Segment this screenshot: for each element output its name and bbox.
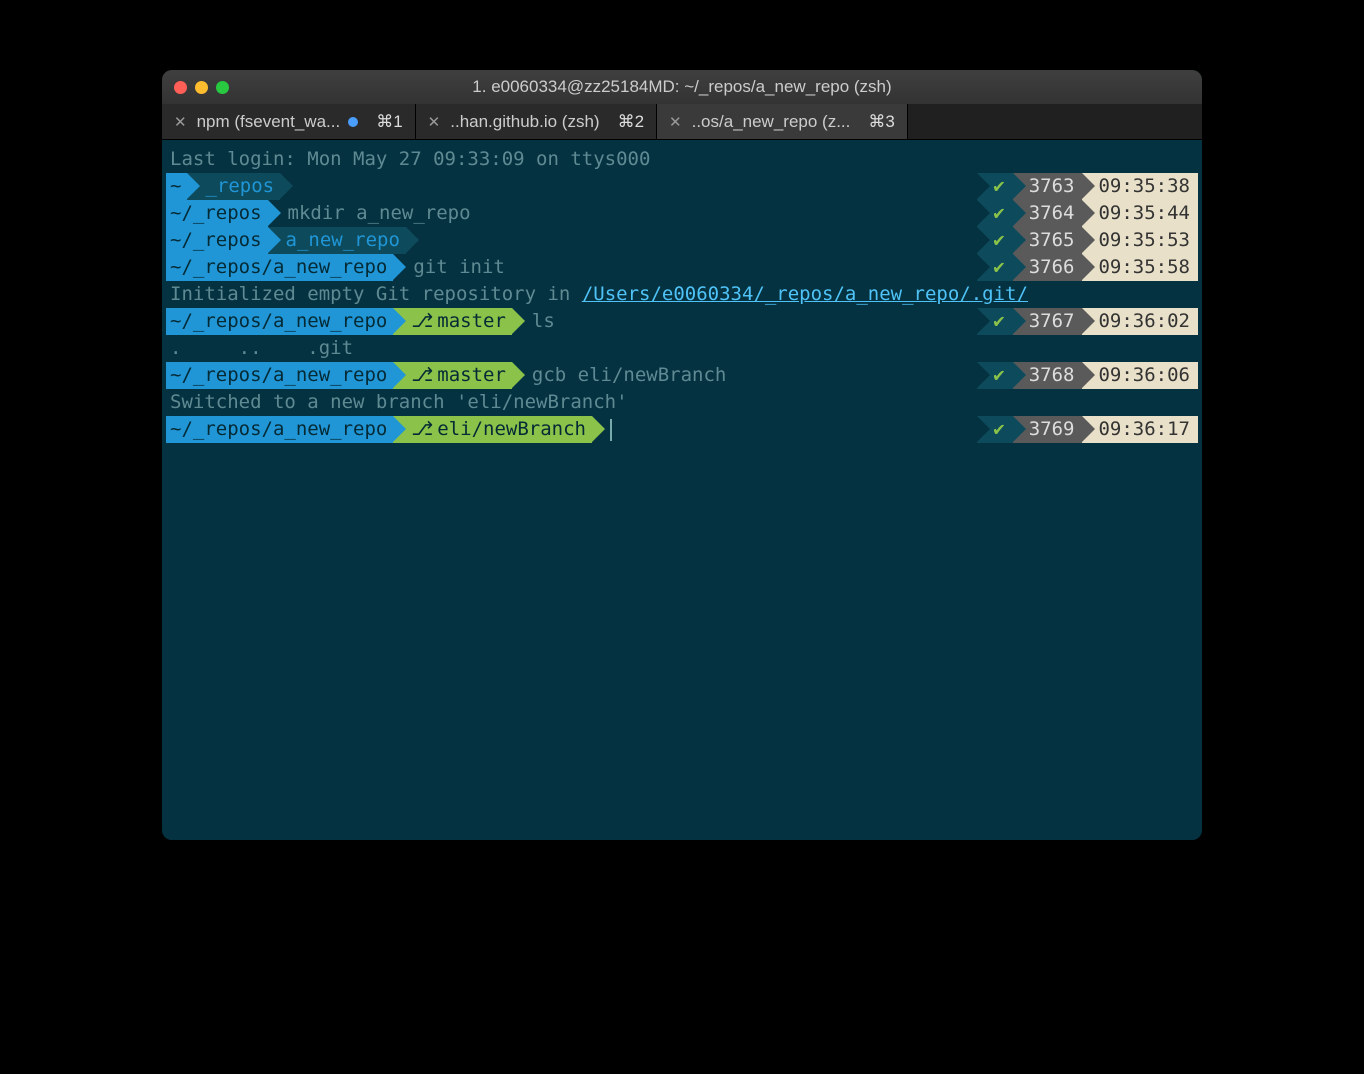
tab-label: ..os/a_new_repo (z... (692, 112, 851, 132)
path-segment: ~/_repos/a_new_repo (166, 416, 393, 443)
branch-icon: ⎇ (411, 416, 433, 443)
path-segment: ~/_repos/a_new_repo (166, 308, 393, 335)
tab-shortcut: ⌘3 (858, 112, 894, 132)
timestamp: 09:36:17 (1082, 416, 1198, 443)
git-branch-segment: ⎇master (393, 362, 512, 389)
terminal-window: 1. e0060334@zz25184MD: ~/_repos/a_new_re… (162, 70, 1202, 840)
command-text: git init (393, 254, 505, 281)
prompt-line: ~/_repos mkdir a_new_repo ✔ 3764 09:35:4… (166, 200, 1198, 227)
tab-3[interactable]: ✕ ..os/a_new_repo (z... ⌘3 (657, 104, 908, 139)
git-branch-segment: ⎇master (393, 308, 512, 335)
status-check-icon: ✔ (977, 308, 1012, 335)
tab-label: npm (fsevent_wa... (197, 112, 341, 132)
output-line: Initialized empty Git repository in /Use… (166, 281, 1198, 308)
status-check-icon: ✔ (977, 254, 1012, 281)
tab-bar: ✕ npm (fsevent_wa... ⌘1 ✕ ..han.github.i… (162, 104, 1202, 140)
history-number: 3768 (1013, 362, 1083, 389)
status-check-icon: ✔ (977, 173, 1012, 200)
timestamp: 09:36:02 (1082, 308, 1198, 335)
history-number: 3763 (1013, 173, 1083, 200)
repo-path-link[interactable]: /Users/e0060334/_repos/a_new_repo/.git/ (582, 281, 1028, 308)
command-text: gcb eli/newBranch (512, 362, 726, 389)
titlebar[interactable]: 1. e0060334@zz25184MD: ~/_repos/a_new_re… (162, 70, 1202, 104)
branch-icon: ⎇ (411, 362, 433, 389)
close-icon[interactable]: ✕ (174, 113, 187, 131)
path-segment: ~/_repos (166, 227, 268, 254)
history-number: 3764 (1013, 200, 1083, 227)
minimize-window-button[interactable] (195, 81, 208, 94)
timestamp: 09:35:38 (1082, 173, 1198, 200)
output-line: Switched to a new branch 'eli/newBranch' (166, 389, 1198, 416)
status-check-icon: ✔ (977, 227, 1012, 254)
prompt-line: ~/_repos a_new_repo ✔ 3765 09:35:53 (166, 227, 1198, 254)
window-title: 1. e0060334@zz25184MD: ~/_repos/a_new_re… (162, 77, 1202, 97)
zoom-window-button[interactable] (216, 81, 229, 94)
output-line: . .. .git (166, 335, 1198, 362)
history-number: 3765 (1013, 227, 1083, 254)
history-number: 3769 (1013, 416, 1083, 443)
path-extra-segment: _repos (187, 173, 280, 200)
path-segment: ~/_repos (166, 200, 268, 227)
timestamp: 09:35:58 (1082, 254, 1198, 281)
tab-label: ..han.github.io (zsh) (450, 112, 599, 132)
timestamp: 09:35:44 (1082, 200, 1198, 227)
path-segment: ~ (166, 173, 187, 200)
tab-2[interactable]: ✕ ..han.github.io (zsh) ⌘2 (416, 104, 657, 139)
timestamp: 09:35:53 (1082, 227, 1198, 254)
timestamp: 09:36:06 (1082, 362, 1198, 389)
prompt-line: ~/_repos/a_new_repo ⎇eli/newBranch ✔ 376… (166, 416, 1198, 443)
tab-shortcut: ⌘2 (608, 112, 644, 132)
close-window-button[interactable] (174, 81, 187, 94)
activity-dot-icon (348, 117, 358, 127)
command-text: mkdir a_new_repo (268, 200, 471, 227)
git-branch-segment: ⎇eli/newBranch (393, 416, 592, 443)
history-number: 3766 (1013, 254, 1083, 281)
close-icon[interactable]: ✕ (428, 113, 441, 131)
cursor (610, 419, 612, 441)
tab-shortcut: ⌘1 (366, 112, 402, 132)
close-icon[interactable]: ✕ (669, 113, 682, 131)
status-check-icon: ✔ (977, 362, 1012, 389)
prompt-line: ~/_repos/a_new_repo git init ✔ 3766 09:3… (166, 254, 1198, 281)
tab-1[interactable]: ✕ npm (fsevent_wa... ⌘1 (162, 104, 416, 139)
path-extra-segment: a_new_repo (268, 227, 406, 254)
prompt-line: ~ _repos ✔ 3763 09:35:38 (166, 173, 1198, 200)
branch-icon: ⎇ (411, 308, 433, 335)
path-segment: ~/_repos/a_new_repo (166, 254, 393, 281)
motd-line: Last login: Mon May 27 09:33:09 on ttys0… (166, 146, 1198, 173)
prompt-line: ~/_repos/a_new_repo ⎇master ls ✔ 3767 09… (166, 308, 1198, 335)
status-check-icon: ✔ (977, 200, 1012, 227)
path-segment: ~/_repos/a_new_repo (166, 362, 393, 389)
history-number: 3767 (1013, 308, 1083, 335)
status-check-icon: ✔ (977, 416, 1012, 443)
prompt-line: ~/_repos/a_new_repo ⎇master gcb eli/newB… (166, 362, 1198, 389)
traffic-lights (174, 81, 229, 94)
terminal-content[interactable]: Last login: Mon May 27 09:33:09 on ttys0… (162, 140, 1202, 840)
